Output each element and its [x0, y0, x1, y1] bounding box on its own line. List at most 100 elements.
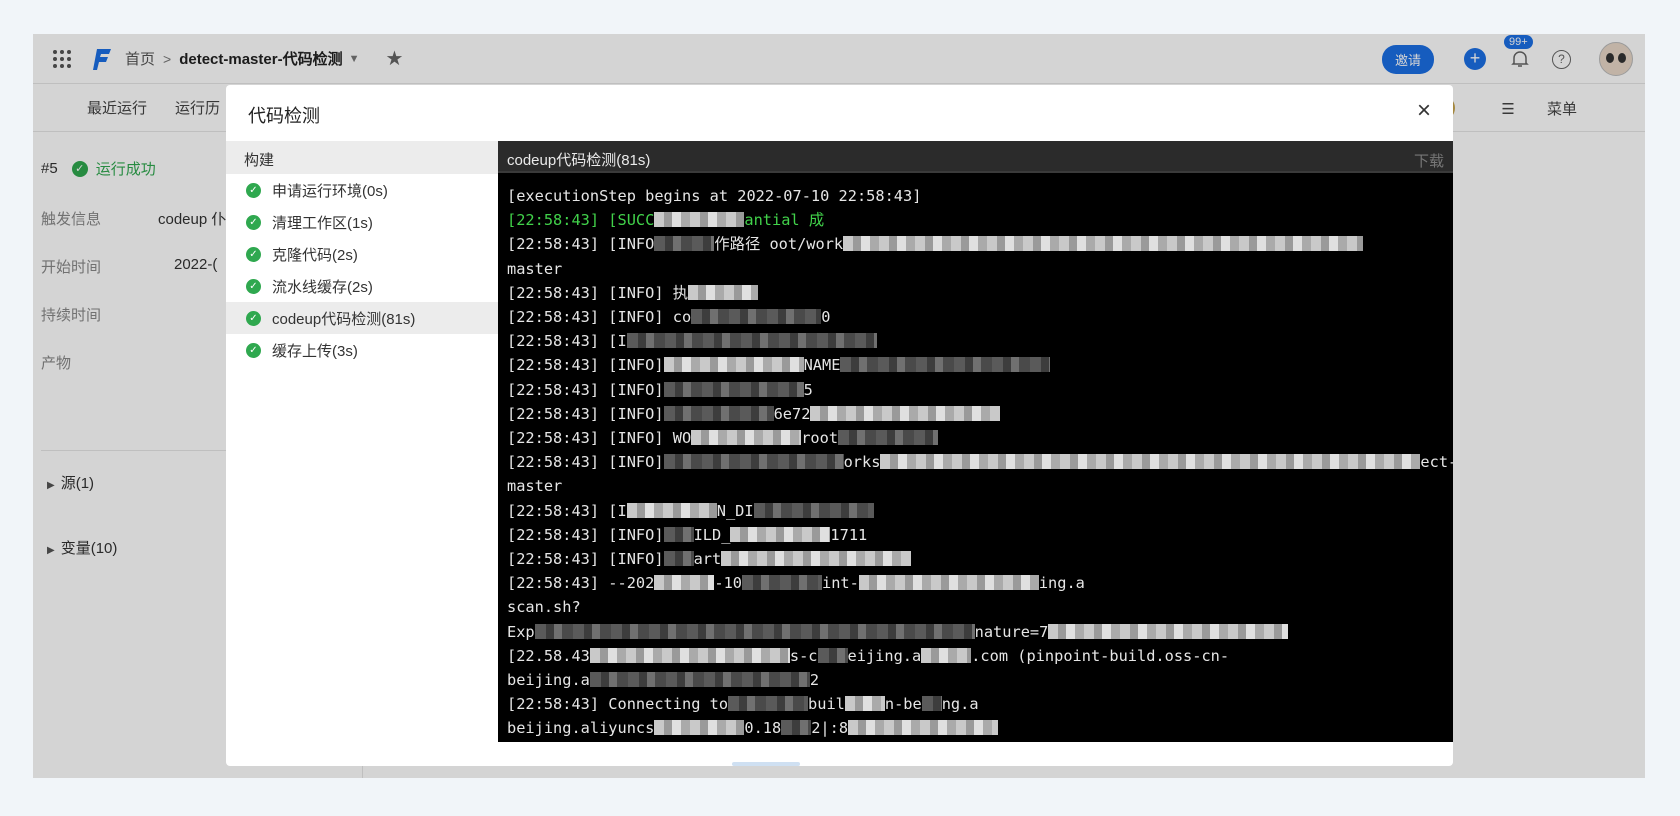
- step-item[interactable]: ✓ 申请运行环境(0s): [226, 174, 498, 206]
- log-line: [22:58:43] [INFO] 5: [507, 378, 1453, 402]
- log-text: 0: [821, 308, 831, 327]
- log-text: [22:58:43] [INFO]: [507, 380, 664, 399]
- log-line: [22:58:43] [I: [507, 329, 1453, 353]
- check-circle-icon: ✓: [246, 310, 261, 326]
- log-text: 作路径 oot/work: [714, 235, 844, 254]
- redacted-text: [663, 551, 694, 567]
- redacted-text: [730, 526, 831, 542]
- log-text: [22.58.43: [507, 646, 590, 665]
- step-item[interactable]: ✓ codeup代码检测(81s): [226, 302, 498, 334]
- redacted-text: [817, 647, 848, 663]
- log-line: master: [507, 474, 1453, 498]
- log-text: [22:58:43] [INFO] 执: [507, 283, 689, 302]
- dialog-header: 代码检测 ×: [226, 85, 1453, 141]
- log-output[interactable]: [executionStep begins at 2022-07-10 22:5…: [498, 173, 1453, 741]
- log-text: [22:58:43] [INFO: [507, 235, 655, 254]
- log-text: orks: [843, 453, 881, 472]
- log-text: [22:58:43] [I: [507, 501, 627, 520]
- step-label: 缓存上传(3s): [272, 342, 358, 360]
- log-text: 5: [803, 380, 813, 399]
- redacted-text: [688, 284, 759, 300]
- log-text: [22:58:43] [INFO] WO: [507, 429, 692, 448]
- redacted-text: [663, 526, 694, 542]
- check-circle-icon: ✓: [246, 214, 261, 230]
- redacted-text: [663, 357, 804, 373]
- redacted-text: [838, 430, 939, 446]
- redacted-text: [691, 309, 822, 325]
- log-line: [22:58:43] [INFO 作路径 oot/work: [507, 232, 1453, 256]
- redacted-text: [921, 647, 972, 663]
- log-header: codeup代码检测(81s) 下载: [498, 141, 1453, 173]
- log-text: master: [507, 477, 563, 496]
- log-line: [executionStep begins at 2022-07-10 22:5…: [507, 184, 1453, 208]
- log-text: ng.a: [941, 695, 979, 714]
- redacted-text: [663, 381, 804, 397]
- check-circle-icon: ✓: [246, 182, 261, 198]
- redacted-text: [721, 551, 912, 567]
- log-text: ect-: [1420, 453, 1453, 472]
- log-line: [22:58:43] --202 -10 int-ing.a: [507, 571, 1453, 595]
- step-item[interactable]: ✓ 缓存上传(3s): [226, 334, 498, 366]
- log-text: scan.sh?: [507, 598, 581, 617]
- redacted-text: [840, 357, 1051, 373]
- redacted-text: [589, 672, 810, 688]
- step-label: codeup代码检测(81s): [272, 310, 416, 328]
- redacted-text: [742, 575, 822, 591]
- log-text: [22:58:43] [INFO]: [507, 525, 664, 544]
- log-text: antial 成: [744, 211, 825, 230]
- redacted-text: [728, 696, 809, 712]
- log-text: -10: [714, 574, 742, 593]
- log-line: [22:58:43] [INFO] 6e72: [507, 402, 1453, 426]
- log-text: [22:58:43] [INFO]: [507, 356, 664, 375]
- log-line: [22:58:43] [INFO] WO root: [507, 426, 1453, 450]
- horizontal-scrollbar[interactable]: [732, 762, 800, 766]
- step-label: 克隆代码(2s): [272, 246, 358, 264]
- dialog-title: 代码检测: [248, 106, 320, 126]
- log-line: beijing.aliyuncs 0.18 2|:8: [507, 716, 1453, 740]
- check-circle-icon: ✓: [246, 278, 261, 294]
- log-text: beijing.aliyuncs: [507, 719, 655, 738]
- log-text: master: [507, 259, 563, 278]
- step-item[interactable]: ✓ 克隆代码(2s): [226, 238, 498, 270]
- download-button[interactable]: 下载: [1414, 150, 1444, 171]
- check-circle-icon: ✓: [246, 342, 261, 358]
- redacted-text: [810, 405, 1001, 421]
- steps-header: 构建: [226, 141, 498, 174]
- log-text: [22:58:43] [INFO]: [507, 404, 664, 423]
- log-text: int-: [822, 574, 859, 593]
- log-text: beijing.a: [507, 671, 590, 690]
- log-title: codeup代码检测(81s): [507, 152, 651, 169]
- log-text: root: [801, 429, 839, 448]
- log-line: [22:58:43] [INFO] orks ect-: [507, 450, 1453, 474]
- step-item[interactable]: ✓ 清理工作区(1s): [226, 206, 498, 238]
- redacted-text: [654, 236, 715, 252]
- redacted-text: [753, 502, 874, 518]
- redacted-text: [921, 696, 942, 712]
- log-line: scan.sh?: [507, 595, 1453, 619]
- redacted-text: [848, 720, 999, 736]
- log-line: [22:58:43] [I N_DI: [507, 499, 1453, 523]
- log-text: s-c: [789, 646, 818, 665]
- close-icon[interactable]: ×: [1417, 99, 1431, 123]
- step-item[interactable]: ✓ 流水线缓存(2s): [226, 270, 498, 302]
- log-text: 2|:8: [811, 719, 849, 738]
- redacted-text: [781, 720, 812, 736]
- log-line: [22:58:43] [INFO] art: [507, 547, 1453, 571]
- redacted-text: [654, 212, 745, 228]
- log-line: [22:58:43] [INFO] ILD_ 1711: [507, 523, 1453, 547]
- step-label: 流水线缓存(2s): [272, 278, 373, 296]
- log-panel: codeup代码检测(81s) 下载 [executionStep begins…: [498, 141, 1453, 742]
- redacted-text: [858, 575, 1039, 591]
- log-text: N_DI: [716, 501, 754, 520]
- log-text: ing.a: [1038, 574, 1085, 593]
- log-text: buil: [808, 695, 845, 714]
- redacted-text: [534, 623, 975, 639]
- step-label: 申请运行环境(0s): [272, 182, 388, 200]
- log-text: 2: [809, 671, 820, 690]
- log-line: [22:58:43] [INFO] 执: [507, 281, 1453, 305]
- redacted-text: [654, 575, 715, 591]
- log-line: Exp nature=7: [507, 620, 1453, 644]
- log-text: 6e72: [773, 404, 811, 423]
- redacted-text: [663, 454, 844, 470]
- step-label: 清理工作区(1s): [272, 214, 373, 232]
